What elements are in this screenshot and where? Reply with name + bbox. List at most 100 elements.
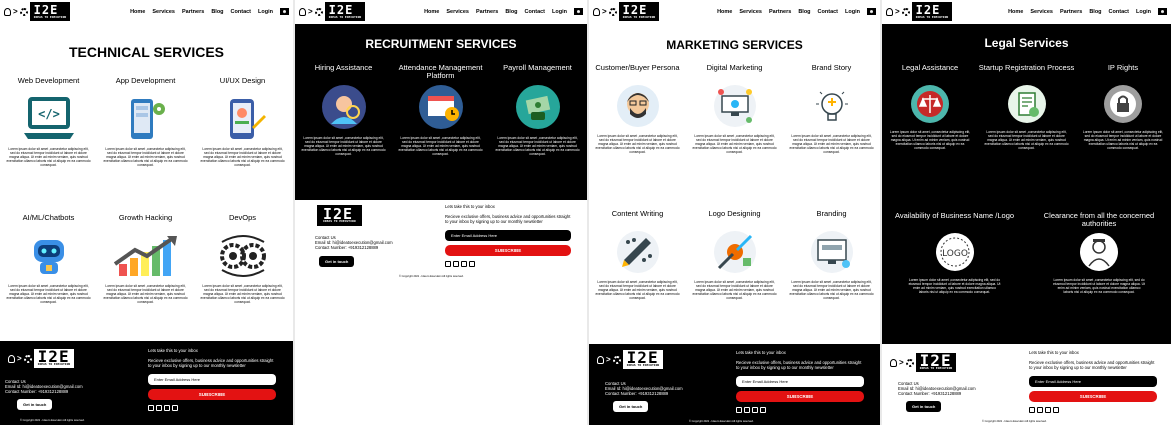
email-input[interactable]: Enter Email Address Here	[1029, 376, 1157, 387]
email-input[interactable]: Enter Email Address Here	[736, 376, 864, 387]
linkedin-icon[interactable]	[461, 261, 467, 267]
subscribe-button[interactable]: SUBSCRIBE	[736, 391, 864, 402]
arrow-icon: >	[895, 6, 900, 16]
linkedin-icon[interactable]	[164, 405, 170, 411]
nav-home-link[interactable]: Home	[424, 9, 439, 15]
service-desc: Lorem ipsum dolor sit amet ,consectetur …	[789, 134, 874, 154]
nav-services-link[interactable]: Services	[152, 9, 175, 15]
instagram-icon[interactable]	[1037, 407, 1043, 413]
nav-home-link[interactable]: Home	[130, 9, 145, 15]
instagram-icon[interactable]	[156, 405, 162, 411]
section-title: MARKETING SERVICES	[666, 38, 803, 52]
service-title: Content Writing	[611, 209, 664, 218]
subscribe-button[interactable]: SUBSCRIBE	[1029, 391, 1157, 402]
email-icon[interactable]	[469, 261, 475, 267]
service-card[interactable]: Content Writing Lorem ipsum dolor sit am…	[589, 209, 686, 301]
subscribe-button[interactable]: SUBSCRIBE	[445, 245, 571, 256]
nav-partners-link[interactable]: Partners	[476, 9, 498, 15]
service-card[interactable]: App Development Lorem ipsum dolor sit am…	[97, 76, 194, 168]
service-card[interactable]: Clearance from all the concerned authori…	[1027, 212, 1171, 295]
nav-services-link[interactable]: Services	[1030, 9, 1053, 15]
nav-blog-link[interactable]: Blog	[798, 9, 810, 15]
gear-icon	[608, 7, 617, 16]
site-logo[interactable]: > I2E IDEAS TO EXECUTION	[4, 2, 71, 21]
get-in-touch-button[interactable]: Get in touch	[17, 399, 53, 410]
footer-logo[interactable]: I2E IDEAS TO EXECUTION	[317, 205, 362, 226]
brand-story-icon	[815, 91, 848, 121]
service-card[interactable]: Payroll Management Lorem ipsum dolor sit…	[489, 64, 586, 157]
service-card[interactable]: Customer/Buyer Persona Lorem ipsum dolor…	[589, 64, 686, 155]
service-card[interactable]: Startup Registration Process Lorem ipsum…	[978, 64, 1075, 151]
facebook-icon[interactable]	[1029, 407, 1035, 413]
nav-blog-link[interactable]: Blog	[211, 9, 223, 15]
site-logo[interactable]: > I2E IDEAS TO EXECUTION	[299, 2, 366, 21]
footer-logo[interactable]: > I2E IDEAS TO EXECUTION	[890, 353, 957, 372]
nav-menu: Home Services Partners Blog Contact Logi…	[1008, 0, 1167, 23]
nav-login-link[interactable]: Login	[1136, 9, 1151, 15]
facebook-icon[interactable]	[445, 261, 451, 267]
svg-text:LOGO: LOGO	[942, 249, 968, 259]
service-desc: Lorem ipsum dolor sit amet ,consectetur …	[595, 280, 680, 300]
email-icon[interactable]	[1053, 407, 1059, 413]
nav-home-link[interactable]: Home	[1008, 9, 1023, 15]
service-card[interactable]: AI/ML/Chatbots Lorem ipsum dolor sit ame…	[0, 214, 97, 305]
facebook-icon[interactable]	[736, 407, 742, 413]
nav-contact-link[interactable]: Contact	[1109, 9, 1129, 15]
service-card[interactable]: DevOps Lorem ipsum dolor sit amet ,conse…	[194, 214, 291, 305]
get-in-touch-button[interactable]: Get in touch	[613, 401, 649, 412]
email-icon[interactable]	[760, 407, 766, 413]
linkedin-icon[interactable]	[1045, 407, 1051, 413]
email-input[interactable]: Enter Email Address Here	[445, 230, 571, 241]
service-card[interactable]: UI/UX Design Lorem ipsum dolor sit amet …	[194, 77, 291, 168]
nav-blog-link[interactable]: Blog	[505, 9, 517, 15]
service-card[interactable]: Legal Assistance Lorem ipsum dolor sit a…	[882, 63, 978, 151]
get-in-touch-button[interactable]: Get in touch	[319, 256, 355, 267]
footer-logo[interactable]: > I2E IDEAS TO EXECUTION	[597, 350, 664, 369]
service-card[interactable]: Hiring Assistance Lorem ipsum dolor sit …	[295, 64, 392, 157]
instagram-icon[interactable]	[453, 261, 459, 267]
gears-cycle-icon	[219, 235, 266, 277]
facebook-icon[interactable]	[148, 405, 154, 411]
subscribe-button[interactable]: SUBSCRIBE	[148, 389, 276, 400]
service-card[interactable]: Logo Designing Lorem ipsum dolor sit ame…	[686, 210, 783, 301]
nav-partners-link[interactable]: Partners	[769, 9, 791, 15]
instagram-icon[interactable]	[744, 407, 750, 413]
nav-partners-link[interactable]: Partners	[1060, 9, 1082, 15]
service-desc: Lorem ipsum dolor sit amet ,consectetur …	[6, 284, 91, 304]
footer-logo[interactable]: > I2E IDEAS TO EXECUTION	[8, 349, 75, 368]
nav-partners-link[interactable]: Partners	[182, 9, 204, 15]
linkedin-icon[interactable]	[752, 407, 758, 413]
user-icon[interactable]: ☻	[1158, 8, 1167, 15]
gear-icon	[905, 358, 914, 367]
nav-login-link[interactable]: Login	[845, 9, 860, 15]
service-title: App Development	[115, 76, 176, 85]
user-icon[interactable]: ☻	[574, 8, 583, 15]
nav-contact-link[interactable]: Contact	[818, 9, 838, 15]
nav-login-link[interactable]: Login	[552, 9, 567, 15]
nav-blog-link[interactable]: Blog	[1089, 9, 1101, 15]
service-title: Legal Assistance	[901, 63, 959, 72]
service-card[interactable]: Attendance Management Platform Lorem ips…	[392, 64, 489, 157]
service-card[interactable]: Brand Story Lorem ipsum dolor sit amet ,…	[783, 64, 880, 155]
business-name-icon: LOGO	[935, 233, 974, 271]
service-card[interactable]: IP Rights Lorem ipsum dolor sit amet ,co…	[1075, 64, 1171, 151]
service-card[interactable]: Web Development </> Lorem ipsum dolor si…	[0, 77, 97, 168]
nav-contact-link[interactable]: Contact	[525, 9, 545, 15]
service-card[interactable]: Branding Lorem ipsum dolor sit amet ,con…	[783, 210, 880, 301]
newsletter-desc: Recieve exclusive offers, business advic…	[148, 358, 274, 368]
email-icon[interactable]	[172, 405, 178, 411]
service-card[interactable]: Growth Hacking Lorem ipsum dolor sit ame…	[97, 214, 194, 305]
get-in-touch-button[interactable]: Get in touch	[906, 401, 942, 412]
site-logo[interactable]: > I2E IDEAS TO EXECUTION	[886, 2, 953, 21]
nav-login-link[interactable]: Login	[258, 9, 273, 15]
user-icon[interactable]: ☻	[280, 8, 289, 15]
service-card[interactable]: Availability of Business Name /Logo LOGO…	[882, 212, 1027, 295]
nav-services-link[interactable]: Services	[739, 9, 762, 15]
email-input[interactable]: Enter Email Address Here	[148, 374, 276, 385]
nav-services-link[interactable]: Services	[446, 9, 469, 15]
site-logo[interactable]: > I2E IDEAS TO EXECUTION	[593, 2, 660, 21]
nav-home-link[interactable]: Home	[717, 9, 732, 15]
service-card[interactable]: Digital Marketing Lorem ipsum dolor sit …	[686, 64, 783, 155]
user-icon[interactable]: ☻	[867, 8, 876, 15]
nav-contact-link[interactable]: Contact	[231, 9, 251, 15]
